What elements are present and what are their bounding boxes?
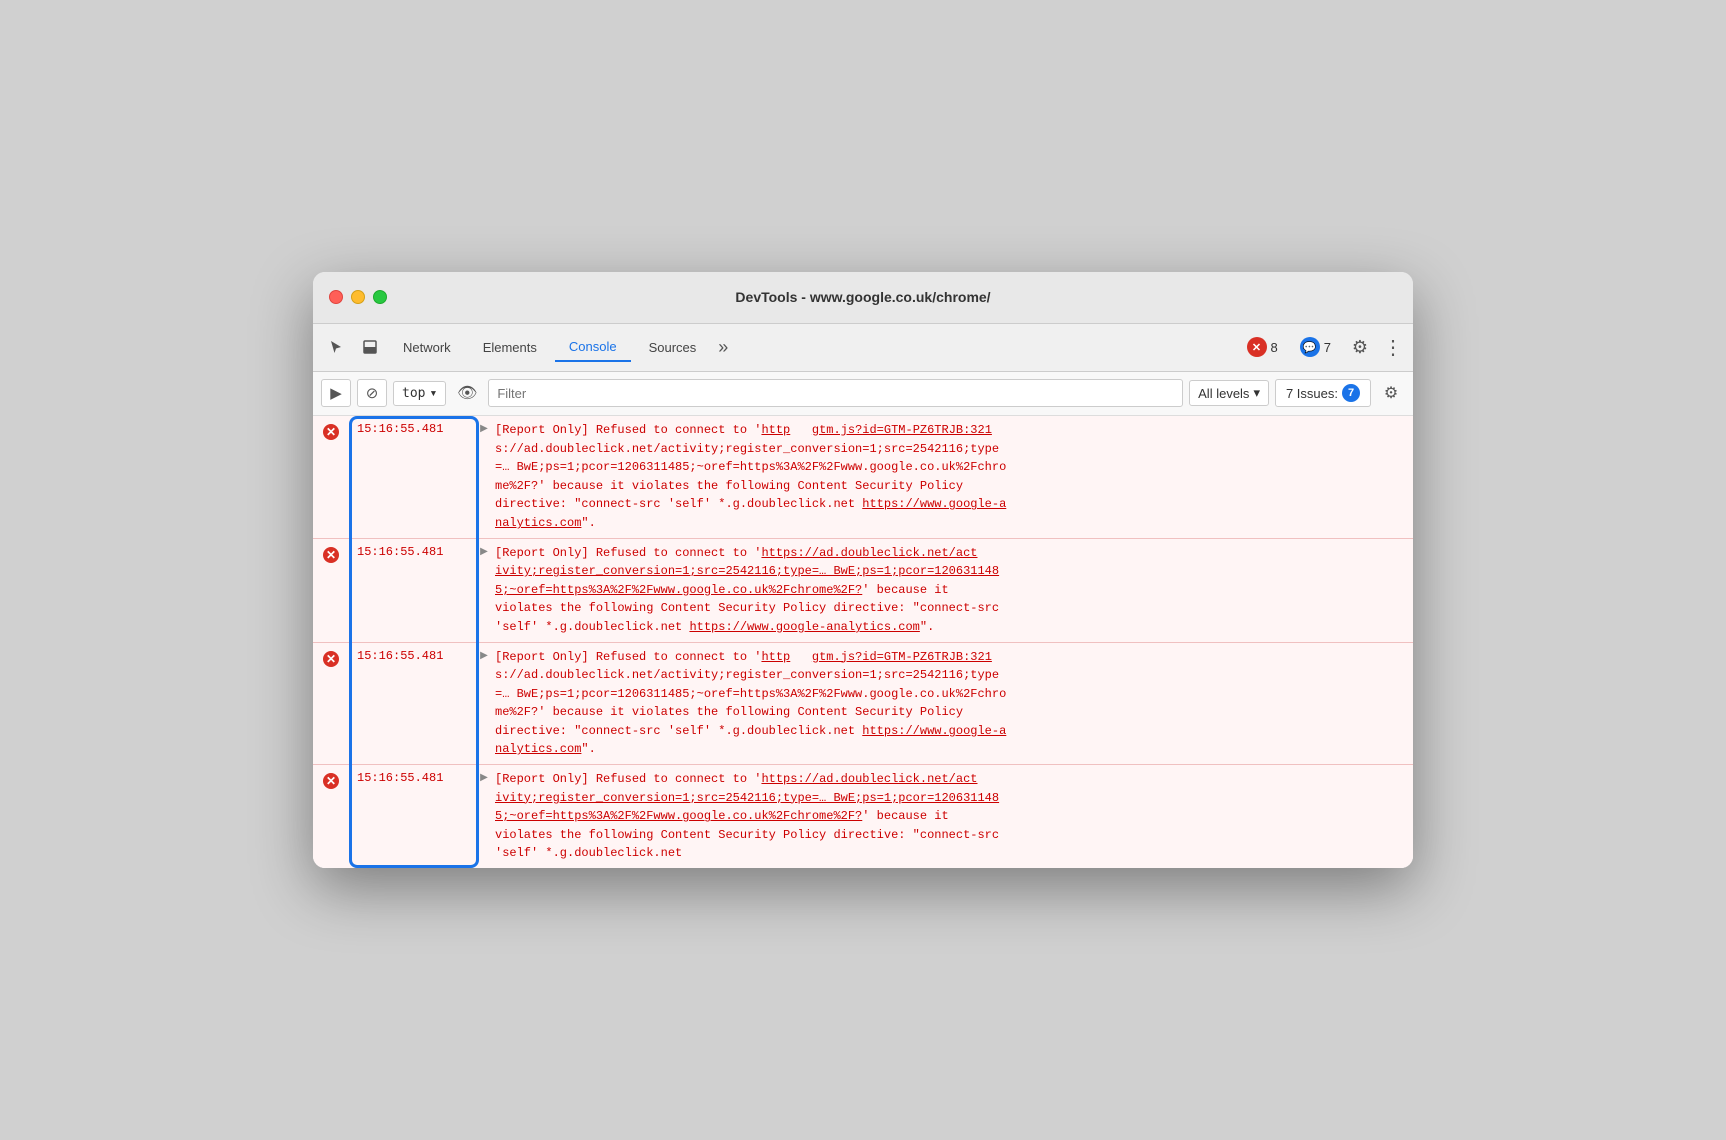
timestamp-1: 15:16:55.481 — [349, 416, 475, 538]
error-count: 8 — [1271, 340, 1278, 355]
message-count: 7 — [1324, 340, 1331, 355]
more-options-btn[interactable]: ⋮ — [1381, 332, 1405, 362]
tabs-bar: Network Elements Console Sources » ✕ 8 💬… — [313, 324, 1413, 372]
console-gear-icon: ⚙ — [1384, 383, 1398, 403]
log-entry-3: ✕ 15:16:55.481 ▶ [Report Only] Refused t… — [313, 643, 1413, 766]
clear-btn[interactable]: ⊘ — [357, 379, 387, 407]
tab-sources[interactable]: Sources — [635, 334, 711, 361]
error-icon-col-2: ✕ — [313, 539, 349, 642]
traffic-lights — [329, 290, 387, 304]
tab-elements[interactable]: Elements — [469, 334, 551, 361]
error-badge-btn[interactable]: ✕ 8 — [1239, 333, 1286, 361]
expand-4[interactable]: ▶ — [475, 765, 493, 868]
timestamp-2: 15:16:55.481 — [349, 539, 475, 642]
timestamp-3: 15:16:55.481 — [349, 643, 475, 765]
log-entry-2: ✕ 15:16:55.481 ▶ [Report Only] Refused t… — [313, 539, 1413, 643]
levels-arrow: ▾ — [1253, 385, 1260, 401]
expand-3[interactable]: ▶ — [475, 643, 493, 765]
console-log-area: ✕ 15:16:55.481 ▶ [Report Only] Refused t… — [313, 416, 1413, 868]
message-1: [Report Only] Refused to connect to 'htt… — [493, 416, 1413, 538]
context-dropdown-arrow: ▾ — [429, 386, 437, 401]
devtools-window: DevTools - www.google.co.uk/chrome/ Netw… — [313, 272, 1413, 868]
message-badge-btn[interactable]: 💬 7 — [1292, 333, 1339, 361]
log-entry-4: ✕ 15:16:55.481 ▶ [Report Only] Refused t… — [313, 765, 1413, 868]
levels-label: All levels — [1198, 386, 1249, 401]
console-settings-btn[interactable]: ⚙ — [1377, 379, 1405, 407]
log-entry-1: ✕ 15:16:55.481 ▶ [Report Only] Refused t… — [313, 416, 1413, 539]
context-selector[interactable]: top ▾ — [393, 381, 446, 406]
minimize-button[interactable] — [351, 290, 365, 304]
error-icon-col-3: ✕ — [313, 643, 349, 765]
dock-icon-btn[interactable] — [355, 332, 385, 362]
window-title: DevTools - www.google.co.uk/chrome/ — [735, 289, 990, 305]
issues-btn[interactable]: 7 Issues: 7 — [1275, 379, 1371, 407]
error-icon-col-4: ✕ — [313, 765, 349, 868]
tab-more[interactable]: » — [714, 337, 732, 358]
error-icon-4: ✕ — [323, 773, 339, 789]
maximize-button[interactable] — [373, 290, 387, 304]
title-bar: DevTools - www.google.co.uk/chrome/ — [313, 272, 1413, 324]
close-button[interactable] — [329, 290, 343, 304]
error-badge-icon: ✕ — [1247, 337, 1267, 357]
context-label: top — [402, 386, 425, 401]
tab-console[interactable]: Console — [555, 333, 631, 362]
settings-btn[interactable]: ⚙ — [1345, 332, 1375, 362]
expand-1[interactable]: ▶ — [475, 416, 493, 538]
timestamp-4: 15:16:55.481 — [349, 765, 475, 868]
entries-container: ✕ 15:16:55.481 ▶ [Report Only] Refused t… — [313, 416, 1413, 868]
error-icon-col-1: ✕ — [313, 416, 349, 538]
expand-2[interactable]: ▶ — [475, 539, 493, 642]
message-badge-icon: 💬 — [1300, 337, 1320, 357]
eye-btn[interactable]: 👁 — [452, 379, 482, 407]
log-levels-selector[interactable]: All levels ▾ — [1189, 380, 1269, 406]
error-icon-3: ✕ — [323, 651, 339, 667]
message-2: [Report Only] Refused to connect to 'htt… — [493, 539, 1413, 642]
error-icon-1: ✕ — [323, 424, 339, 440]
run-btn[interactable]: ▶ — [321, 379, 351, 407]
block-icon: ⊘ — [366, 384, 379, 402]
play-icon: ▶ — [330, 384, 342, 402]
cursor-icon-btn[interactable] — [321, 332, 351, 362]
message-4: [Report Only] Refused to connect to 'htt… — [493, 765, 1413, 868]
tabs-right-actions: ✕ 8 💬 7 ⚙ ⋮ — [1239, 332, 1405, 362]
filter-input[interactable] — [488, 379, 1183, 407]
issues-badge: 7 — [1342, 384, 1360, 402]
message-3: [Report Only] Refused to connect to 'htt… — [493, 643, 1413, 765]
tab-network[interactable]: Network — [389, 334, 465, 361]
error-icon-2: ✕ — [323, 547, 339, 563]
eye-icon: 👁 — [457, 383, 477, 403]
issues-label: 7 Issues: — [1286, 386, 1338, 401]
console-toolbar: ▶ ⊘ top ▾ 👁 All levels ▾ 7 Issues: 7 ⚙ — [313, 372, 1413, 416]
